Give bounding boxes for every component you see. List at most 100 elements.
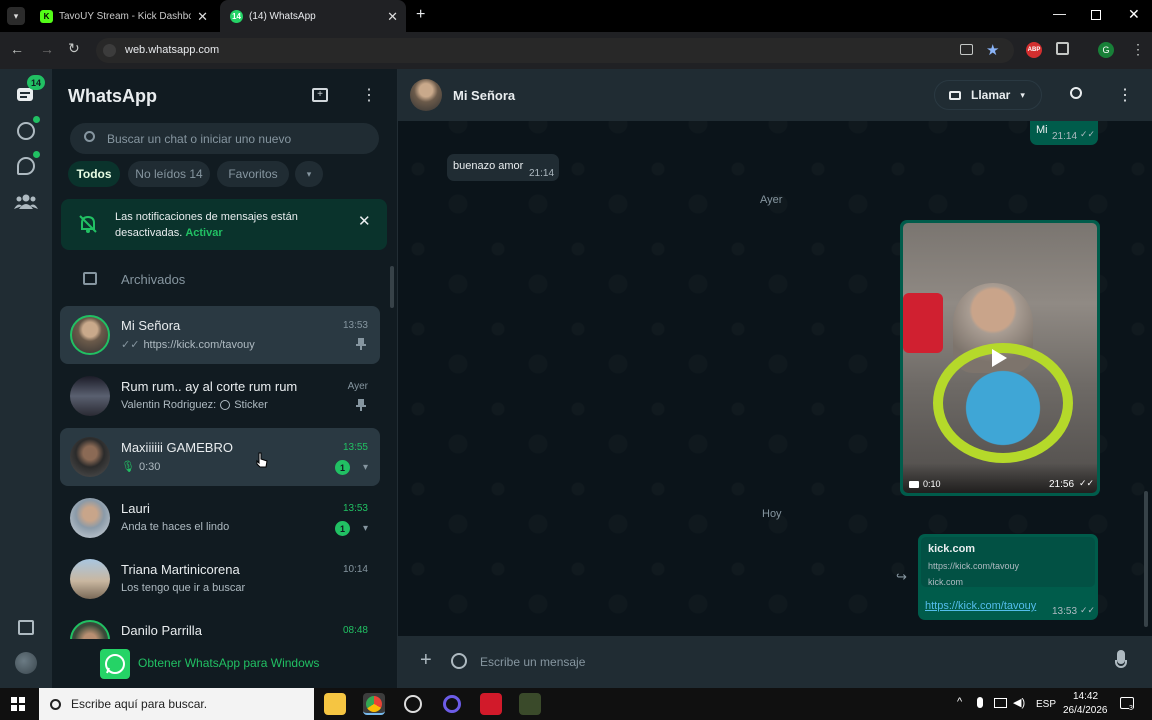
browser-menu-icon[interactable]: ⋮	[1131, 41, 1145, 58]
app-icon-game[interactable]	[519, 693, 541, 715]
double-check-icon: ✓✓	[121, 339, 140, 351]
chat-time: 13:55	[342, 442, 368, 453]
clock-date[interactable]: 26/4/2026	[1063, 705, 1108, 716]
bell-off-icon	[77, 213, 99, 235]
channels-nav-icon[interactable]	[17, 157, 35, 175]
chat-name: Rum rum.. ay al corte rum rum	[121, 379, 298, 394]
site-info-icon[interactable]	[103, 44, 116, 57]
avatar	[70, 315, 110, 355]
chat-item-maxiiiii[interactable]: Maxiiiiii GAMEBRO 13:55 🎙 0:30 1 ▾	[60, 428, 380, 486]
close-tab-icon[interactable]: ✕	[197, 9, 208, 25]
chat-menu-icon[interactable]: ⋮	[1117, 85, 1133, 105]
chat-preview: 🎙 0:30	[121, 460, 160, 474]
filter-all[interactable]: Todos	[68, 161, 120, 187]
chat-scrollbar[interactable]	[1144, 491, 1148, 627]
video-thumbnail[interactable]: 0:10 21:56 ✓✓	[903, 223, 1097, 493]
get-desktop-app-banner[interactable]: Obtener WhatsApp para Windows	[52, 639, 397, 688]
chevron-down-icon[interactable]: ▾	[363, 523, 368, 534]
tray-microphone-icon[interactable]	[977, 697, 983, 708]
enable-notifications-link[interactable]: Activar	[185, 227, 222, 239]
back-icon[interactable]: ←	[10, 41, 24, 57]
address-bar[interactable]: web.whatsapp.com ★	[96, 38, 1014, 63]
link-preview-card[interactable]: kick.com https://kick.com/tavouy kick.co…	[921, 537, 1095, 587]
adblock-icon[interactable]: ABP	[1026, 42, 1042, 58]
app-icon-purple[interactable]	[441, 693, 463, 715]
list-scrollbar[interactable]	[390, 266, 394, 308]
message-out[interactable]: Mi 21:14 ✓✓	[1030, 121, 1098, 145]
close-tab-icon[interactable]: ✕	[387, 9, 398, 25]
call-button[interactable]: Llamar ▾	[934, 80, 1042, 110]
message-time: 13:53	[1052, 606, 1078, 617]
install-app-icon[interactable]	[960, 44, 973, 55]
volume-icon[interactable]: ◀)	[1013, 696, 1025, 709]
chat-item-rum-rum[interactable]: Rum rum.. ay al corte rum rum Ayer Valen…	[60, 367, 380, 425]
tray-chevron-icon[interactable]: ^	[957, 696, 962, 708]
new-chat-icon[interactable]: +	[312, 88, 328, 102]
chevron-down-icon[interactable]: ▾	[363, 462, 368, 473]
chrome-icon[interactable]	[363, 693, 385, 715]
chat-item-mi-senora[interactable]: Mi Señora 13:53 ✓✓ https://kick.com/tavou…	[60, 306, 380, 364]
reload-icon[interactable]: ↻	[68, 40, 80, 57]
status-nav-icon[interactable]	[17, 122, 35, 140]
emoji-icon[interactable]	[451, 653, 467, 669]
forward-icon[interactable]: ↪	[896, 569, 907, 585]
conversation-panel: Mi Señora Llamar ▾ ⋮ Mi 21:14 ✓✓ buenazo…	[398, 69, 1152, 688]
navigation-rail: 14	[0, 69, 52, 688]
chat-name: Mi Señora	[121, 318, 181, 333]
close-banner-icon[interactable]: ✕	[358, 212, 371, 230]
media-gallery-icon[interactable]	[18, 620, 34, 635]
menu-icon[interactable]: ⋮	[361, 85, 377, 105]
tab-whatsapp[interactable]: 14 (14) WhatsApp ✕	[220, 0, 406, 32]
search-icon[interactable]	[1070, 87, 1082, 99]
video-camera-icon	[909, 481, 919, 488]
network-icon[interactable]	[994, 698, 1007, 708]
archived-row[interactable]: Archivados	[60, 259, 380, 299]
attach-plus-icon[interactable]: +	[420, 649, 432, 672]
tab-kick-dashboard[interactable]: K TavoUY Stream - Kick Dashboard ✕	[30, 0, 216, 32]
windows-start-icon[interactable]	[11, 697, 25, 711]
preview-text: https://kick.com/tavouy	[143, 338, 255, 351]
clock-time[interactable]: 14:42	[1073, 691, 1098, 702]
bookmark-star-icon[interactable]: ★	[986, 41, 999, 59]
archive-icon	[83, 272, 97, 285]
communities-nav-icon[interactable]	[14, 193, 38, 209]
chat-item-lauri[interactable]: Lauri 13:53 Anda te haces el lindo 1 ▾	[60, 489, 380, 547]
contact-name[interactable]: Mi Señora	[453, 88, 515, 103]
forward-icon[interactable]: →	[40, 41, 54, 57]
search-placeholder: Buscar un chat o iniciar uno nuevo	[107, 132, 292, 146]
contact-avatar[interactable]	[410, 79, 442, 111]
minimize-button[interactable]: —	[1053, 6, 1066, 21]
play-icon[interactable]	[989, 347, 1009, 369]
filter-more-button[interactable]: ▾	[295, 161, 323, 187]
file-explorer-icon[interactable]	[324, 693, 346, 715]
restore-button[interactable]	[1091, 10, 1101, 20]
filter-unread[interactable]: No leídos 14	[128, 161, 210, 187]
day-divider-yesterday: Ayer	[760, 194, 783, 206]
extensions-icon[interactable]	[1056, 42, 1069, 55]
obs-icon[interactable]	[402, 693, 424, 715]
video-duration: 0:10	[923, 479, 941, 489]
search-box[interactable]: Buscar un chat o iniciar uno nuevo	[70, 123, 379, 154]
filter-favorites[interactable]: Favoritos	[217, 161, 289, 187]
link-message[interactable]: kick.com https://kick.com/tavouy kick.co…	[918, 534, 1098, 620]
chat-item-danilo[interactable]: Danilo Parrilla 08:48	[60, 611, 380, 639]
profile-photo[interactable]	[15, 652, 37, 674]
video-message[interactable]: 0:10 21:56 ✓✓	[900, 220, 1100, 496]
new-tab-button[interactable]: +	[416, 6, 425, 24]
whatsapp-favicon-icon: 14	[230, 9, 243, 23]
app-icon-red[interactable]	[480, 693, 502, 715]
link-url[interactable]: https://kick.com/tavouy	[925, 600, 1036, 612]
chat-item-triana[interactable]: Triana Martinicorena 10:14 Los tengo que…	[60, 550, 380, 608]
link-title: kick.com	[928, 543, 976, 555]
language-indicator[interactable]: ESP	[1036, 699, 1056, 710]
message-input[interactable]: Escribe un mensaje	[480, 655, 585, 669]
message-in[interactable]: buenazo amor 21:14	[447, 154, 559, 181]
tab-search-button[interactable]: ▾	[7, 7, 25, 25]
message-text: buenazo amor	[453, 160, 524, 172]
chat-time: 13:53	[342, 320, 368, 331]
unread-badge: 1	[335, 521, 350, 536]
close-window-button[interactable]: ✕	[1128, 6, 1140, 23]
taskbar-search[interactable]: Escribe aquí para buscar.	[39, 688, 314, 720]
profile-avatar[interactable]: G	[1098, 42, 1114, 58]
message-time: 21:14	[1052, 131, 1078, 142]
